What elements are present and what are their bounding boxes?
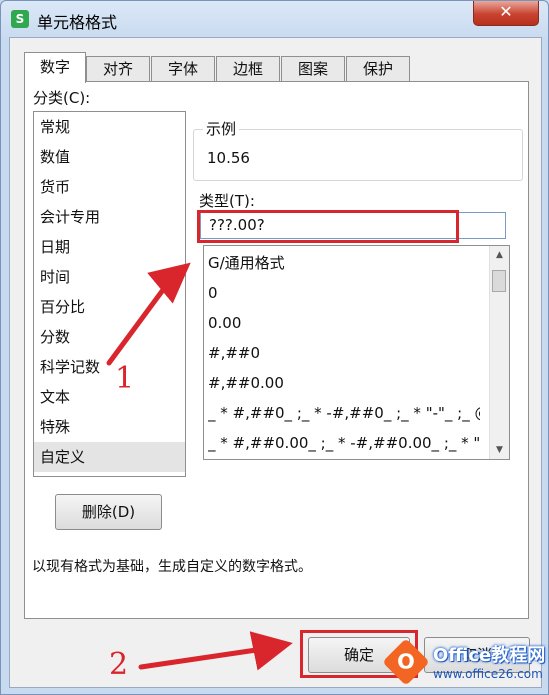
category-item[interactable]: 文本 [34, 382, 185, 412]
category-label: 分类(C): [33, 89, 91, 107]
category-item[interactable]: 特殊 [34, 412, 185, 442]
watermark-url: www.office26.com [433, 667, 543, 681]
type-label: 类型(T): [199, 192, 255, 210]
scroll-thumb[interactable] [492, 270, 506, 292]
category-item-custom-selected[interactable]: 自定义 [34, 442, 185, 472]
number-tab-panel: 分类(C): 常规 数值 货币 会计专用 日期 时间 百分比 分数 科学记数 文… [24, 81, 529, 619]
close-button[interactable]: ✕ [473, 1, 539, 26]
category-item[interactable]: 分数 [34, 322, 185, 352]
format-item[interactable]: #,##0 [208, 338, 480, 368]
tab-protection[interactable]: 保护 [346, 56, 410, 81]
tab-pattern[interactable]: 图案 [281, 56, 345, 81]
format-item[interactable]: _ * #,##0_ ;_ * -#,##0_ ;_ * "-"_ ;_ @_ [208, 398, 480, 428]
highlight-type-input [197, 210, 459, 243]
category-item[interactable]: 货币 [34, 172, 185, 202]
tab-number[interactable]: 数字 [24, 52, 86, 83]
format-item[interactable]: _ * #,##0.00_ ;_ * -#,##0.00_ ;_ * "-"??… [208, 428, 480, 458]
category-item[interactable]: 科学记数 [34, 352, 185, 382]
format-item[interactable]: 0 [208, 278, 480, 308]
tab-border[interactable]: 边框 [216, 56, 280, 81]
scroll-down-icon[interactable]: ▼ [490, 441, 509, 459]
annotation-step-2: 2 [109, 647, 129, 682]
delete-button[interactable]: 删除(D) [55, 494, 162, 530]
category-item[interactable]: 会计专用 [34, 202, 185, 232]
category-item[interactable]: 日期 [34, 232, 185, 262]
format-item[interactable]: #,##0.00 [208, 368, 480, 398]
format-item[interactable]: G/通用格式 [208, 248, 480, 278]
category-item[interactable]: 时间 [34, 262, 185, 292]
dialog-title: 单元格格式 [37, 13, 118, 32]
category-item[interactable]: 百分比 [34, 292, 185, 322]
category-list[interactable]: 常规 数值 货币 会计专用 日期 时间 百分比 分数 科学记数 文本 特殊 自定… [33, 111, 186, 477]
office-logo-icon: O [382, 638, 430, 686]
watermark-brand: Office教程网 [433, 645, 546, 666]
title-bar[interactable]: S 单元格格式 ✕ [1, 1, 548, 37]
office26-watermark: O Office教程网 www.office26.com [382, 637, 547, 691]
sample-legend: 示例 [203, 118, 240, 139]
category-item[interactable]: 常规 [34, 112, 185, 142]
category-item[interactable]: 数值 [34, 142, 185, 172]
format-item[interactable]: 0.00 [208, 308, 480, 338]
dialog-body: 数字 对齐 字体 边框 图案 保护 分类(C): 常规 数值 货币 会计专用 日… [9, 37, 542, 688]
format-cells-dialog: S 单元格格式 ✕ 数字 对齐 字体 边框 图案 保护 分类(C): 常规 数值… [0, 0, 549, 695]
close-icon: ✕ [499, 2, 513, 21]
description-text: 以现有格式为基础，生成自定义的数字格式。 [32, 559, 312, 575]
scroll-up-icon[interactable]: ▲ [490, 246, 509, 264]
format-list-scrollbar[interactable]: ▲ ▼ [489, 246, 509, 459]
tab-alignment[interactable]: 对齐 [86, 56, 150, 81]
wps-spreadsheet-icon: S [11, 10, 29, 28]
sample-value: 10.56 [207, 149, 250, 167]
tab-font[interactable]: 字体 [151, 56, 215, 81]
format-list[interactable]: G/通用格式 0 0.00 #,##0 #,##0.00 _ * #,##0_ … [203, 245, 510, 460]
annotation-step-1: 1 [115, 361, 135, 396]
